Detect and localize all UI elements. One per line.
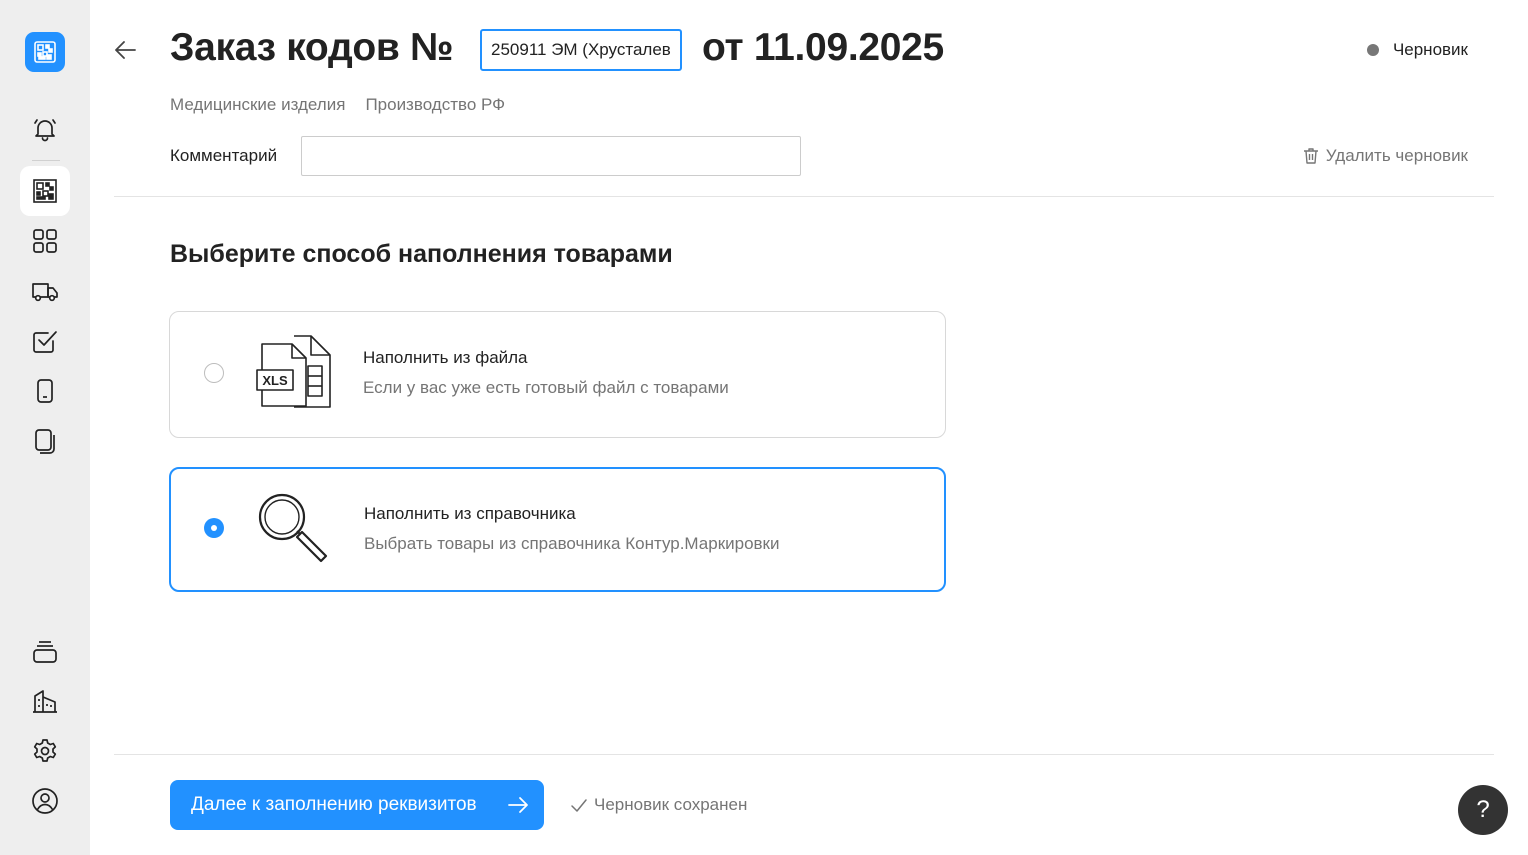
sidebar-item-codes[interactable] xyxy=(20,166,70,216)
option-title: Наполнить из справочника xyxy=(364,504,576,523)
grid-icon xyxy=(33,229,57,253)
checkbox-icon xyxy=(33,331,57,353)
sidebar-item-notifications[interactable] xyxy=(20,104,70,154)
trash-icon xyxy=(1303,148,1318,164)
draft-saved-label: Черновик сохранен xyxy=(594,795,748,814)
section-title: Выберите способ наполнения товарами xyxy=(170,240,673,268)
header-divider xyxy=(114,196,1494,197)
option-description: Выбрать товары из справочника Контур.Мар… xyxy=(364,534,780,553)
comment-input[interactable] xyxy=(301,136,801,176)
option-from-file[interactable]: XLS Наполнить из файла Если у вас уже ес… xyxy=(169,311,946,438)
tag-origin: Производство РФ xyxy=(365,95,506,114)
back-button[interactable] xyxy=(112,36,140,64)
sidebar-item-device[interactable] xyxy=(20,366,70,416)
truck-icon xyxy=(32,283,58,302)
sidebar-item-archive[interactable] xyxy=(20,626,70,676)
sidebar-item-organization[interactable] xyxy=(20,676,70,726)
sidebar-item-profile[interactable] xyxy=(20,776,70,826)
next-button-label: Далее к заполнению реквизитов xyxy=(191,794,477,815)
help-icon: ? xyxy=(1476,796,1490,823)
option-description: Если у вас уже есть готовый файл с товар… xyxy=(363,378,729,397)
delete-draft-button[interactable]: Удалить черновик xyxy=(1302,146,1468,166)
status-label: Черновик xyxy=(1392,40,1468,59)
app-logo-icon[interactable] xyxy=(25,32,65,72)
xls-label: XLS xyxy=(262,373,288,388)
comment-label: Комментарий xyxy=(170,146,278,165)
bell-icon xyxy=(34,119,56,142)
sidebar-divider xyxy=(32,160,60,161)
sidebar xyxy=(0,0,90,855)
help-button[interactable]: ? xyxy=(1458,785,1508,835)
order-number-input[interactable] xyxy=(480,29,682,71)
sidebar-item-tasks[interactable] xyxy=(20,316,70,366)
order-date: от 11.09.2025 xyxy=(702,26,944,69)
arrow-left-icon xyxy=(115,41,136,59)
next-button[interactable]: Далее к заполнению реквизитов xyxy=(170,780,544,830)
page-title: Заказ кодов № xyxy=(170,26,454,69)
sidebar-item-catalog[interactable] xyxy=(20,216,70,266)
stack-icon xyxy=(33,641,57,663)
sidebar-item-documents[interactable] xyxy=(20,416,70,466)
building-icon xyxy=(33,690,57,713)
draft-saved-status: Черновик сохранен xyxy=(570,795,747,815)
magnifier-icon xyxy=(258,493,328,563)
documents-icon xyxy=(35,429,55,454)
order-tags: Медицинские изделия Производство РФ xyxy=(170,95,505,115)
gear-icon xyxy=(33,739,57,762)
sidebar-item-settings[interactable] xyxy=(20,726,70,776)
footer-divider xyxy=(114,754,1494,755)
delete-draft-label: Удалить черновик xyxy=(1325,146,1468,165)
device-icon xyxy=(37,379,53,403)
user-icon xyxy=(32,788,58,814)
datamatrix-icon xyxy=(33,179,57,203)
arrow-right-icon xyxy=(508,797,528,813)
option-title: Наполнить из файла xyxy=(363,348,528,367)
status-badge: Черновик xyxy=(1366,40,1468,60)
radio-from-catalog[interactable] xyxy=(204,518,224,538)
radio-from-file[interactable] xyxy=(204,363,224,383)
sidebar-item-shipments[interactable] xyxy=(20,266,70,316)
option-from-catalog[interactable]: Наполнить из справочника Выбрать товары … xyxy=(169,467,946,592)
check-icon xyxy=(571,799,587,812)
xls-file-icon: XLS xyxy=(256,335,331,408)
status-dot-icon xyxy=(1366,44,1379,56)
tag-category: Медицинские изделия xyxy=(170,95,346,114)
